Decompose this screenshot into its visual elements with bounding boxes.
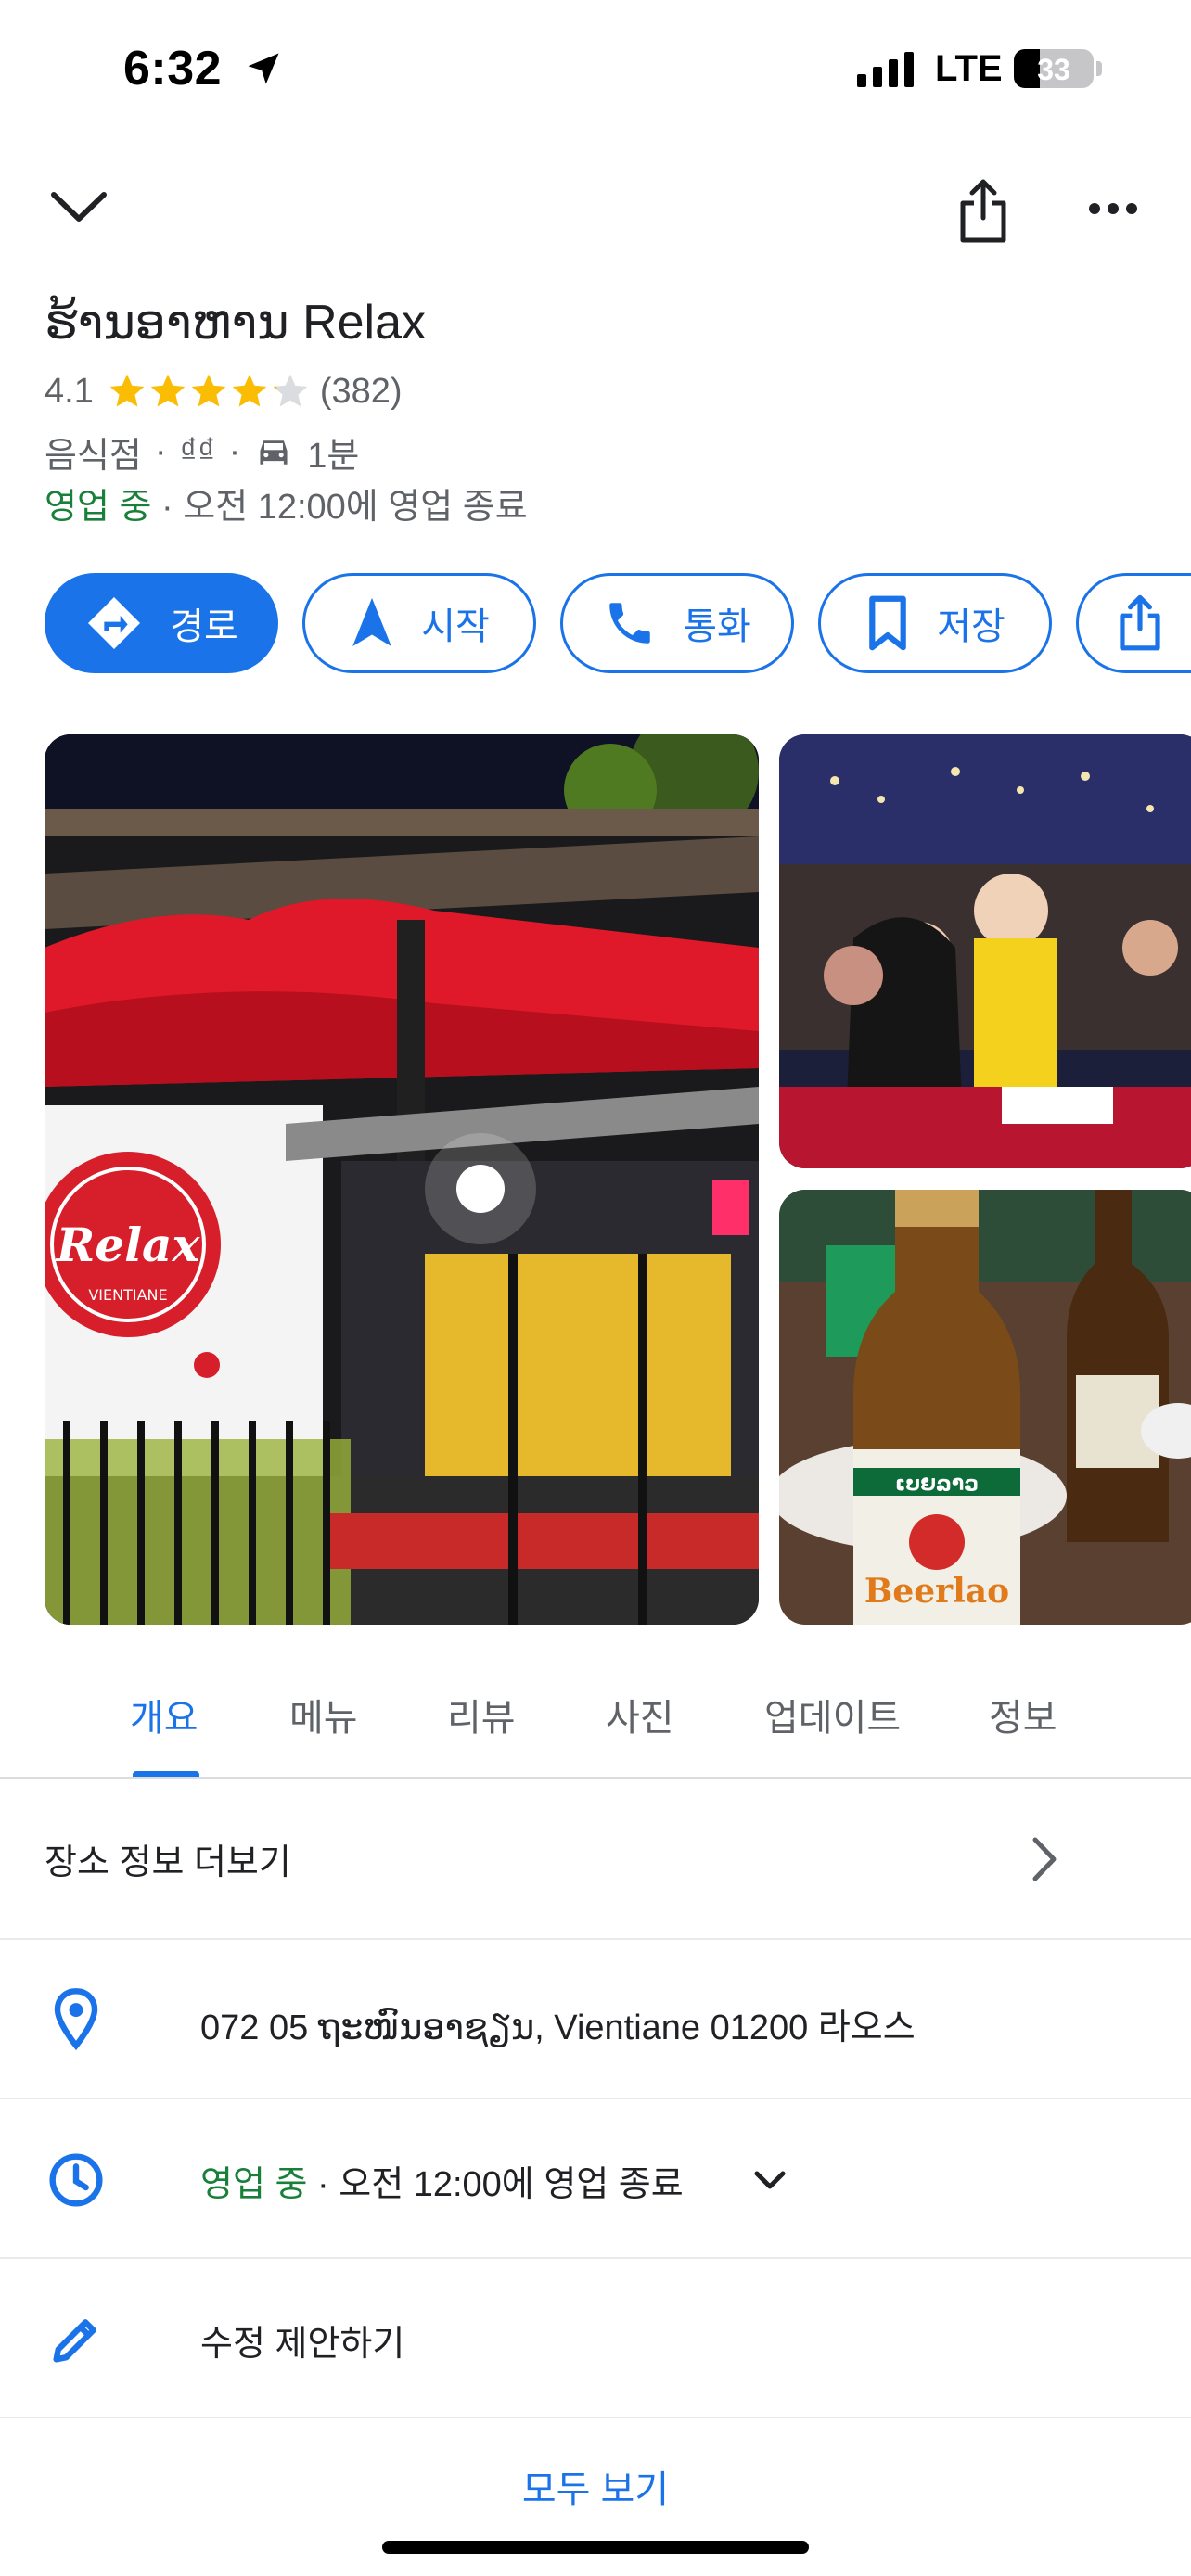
star-filled-icon xyxy=(150,374,186,407)
location-arrow-icon xyxy=(248,53,279,84)
address-row[interactable]: 072 05 ຖະໜົນອາຊຽນ, Vientiane 01200 라오스 xyxy=(0,1940,1191,2098)
cellular-signal-icon xyxy=(857,50,914,87)
navigation-icon xyxy=(352,597,392,646)
start-navigation-button[interactable]: 시작 xyxy=(302,573,536,673)
hours-open-status: 영업 중 xyxy=(200,2165,308,2204)
star-filled-icon xyxy=(191,374,226,407)
beer-label-text: Beerlao xyxy=(864,1572,1009,1611)
tab-bar: 개요 메뉴 리뷰 사진 업데이트 정보 xyxy=(0,1660,1191,1780)
tab-reviews[interactable]: 리뷰 xyxy=(447,1688,516,1741)
battery-percent: 33 xyxy=(1037,53,1070,86)
closing-time: 오전 12:00에 영업 종료 xyxy=(183,488,528,527)
chevron-right-icon xyxy=(1032,1837,1057,1881)
suggest-edit-row[interactable]: 수정 제안하기 xyxy=(0,2259,1191,2417)
star-filled-icon xyxy=(232,374,267,407)
tab-updates[interactable]: 업데이트 xyxy=(764,1688,901,1741)
rating-row[interactable]: 4.1 (382) xyxy=(45,371,403,412)
hours-closing-text: 오전 12:00에 영업 종료 xyxy=(339,2165,684,2204)
directions-button[interactable]: 경로 xyxy=(45,573,278,673)
photo-beer[interactable]: ເບຍລາວ Beerlao xyxy=(779,1190,1191,1625)
photo-crowd[interactable] xyxy=(779,734,1191,1168)
clock-icon xyxy=(49,2153,103,2207)
separator-dot: · xyxy=(228,432,241,471)
tabs-divider xyxy=(0,1777,1191,1779)
location-pin-icon xyxy=(54,1988,98,2051)
tab-info[interactable]: 정보 xyxy=(989,1688,1057,1741)
directions-label: 경로 xyxy=(170,606,238,647)
save-button[interactable]: 저장 xyxy=(818,573,1052,673)
hours-row[interactable]: 영업 중 · 오전 12:00에 영업 종료 xyxy=(0,2099,1191,2257)
network-type: LTE xyxy=(935,48,1003,89)
chevron-down-icon[interactable] xyxy=(751,2168,788,2194)
start-label: 시작 xyxy=(421,606,490,647)
storefront-photo: Relax VIENTIANE xyxy=(45,734,759,1625)
separator-dot: · xyxy=(317,2165,339,2204)
share-button[interactable] xyxy=(946,172,1020,250)
save-label: 저장 xyxy=(937,606,1005,647)
sign-relax-text: Relax xyxy=(55,1218,201,1272)
meta-row: 음식점 · ₫₫ · 1분 xyxy=(45,427,359,478)
tab-overview[interactable]: 개요 xyxy=(130,1688,198,1741)
collapse-button[interactable] xyxy=(37,172,121,241)
place-category: 음식점 xyxy=(45,437,142,476)
place-title: ຮ້ານອາຫານ Relax xyxy=(45,296,427,350)
call-label: 통화 xyxy=(683,606,751,647)
hours-detail: 영업 중 · 오전 12:00에 영업 종료 xyxy=(200,2155,684,2206)
share-chip-button[interactable] xyxy=(1076,573,1191,673)
photo-main-storefront[interactable]: Relax VIENTIANE xyxy=(45,734,759,1625)
call-button[interactable]: 통화 xyxy=(560,573,794,673)
more-options-button[interactable] xyxy=(1076,181,1150,236)
tab-photos[interactable]: 사진 xyxy=(606,1688,674,1741)
home-indicator[interactable] xyxy=(382,2541,809,2554)
crowd-photo xyxy=(779,734,1191,1168)
price-level: ₫₫ xyxy=(179,432,216,471)
open-status: 영업 중 xyxy=(45,488,152,527)
phone-icon xyxy=(609,603,650,644)
pencil-icon xyxy=(53,2319,96,2363)
beer-lao-script: ເບຍລາວ xyxy=(895,1473,979,1496)
address-text: 072 05 ຖະໜົນອາຊຽນ, Vientiane 01200 라오스 xyxy=(200,2009,916,2047)
more-place-info-label: 장소 정보 더보기 xyxy=(45,1843,291,1882)
beer-photo: ເບຍລາວ Beerlao xyxy=(779,1190,1191,1625)
battery-tip xyxy=(1096,61,1102,76)
rating-value: 4.1 xyxy=(45,371,94,411)
status-bar: 6:32 LTE 33 xyxy=(0,0,1191,139)
star-rating xyxy=(107,371,311,412)
sign-vientiane-text: VIENTIANE xyxy=(88,1286,167,1304)
status-time: 6:32 xyxy=(123,42,223,96)
action-chips: 경로 시작 통화 저장 xyxy=(45,573,1191,673)
chevron-down-icon xyxy=(51,191,107,222)
hours-summary: 영업 중 · 오전 12:00에 영업 종료 xyxy=(45,478,528,529)
star-partial-icon xyxy=(273,374,308,407)
battery-icon: 33 xyxy=(1014,49,1094,88)
drive-time: 1분 xyxy=(307,437,360,476)
share-icon xyxy=(1120,594,1160,651)
see-all-link[interactable]: 모두 보기 xyxy=(0,2459,1191,2513)
tab-menu[interactable]: 메뉴 xyxy=(289,1688,358,1741)
star-filled-icon xyxy=(109,374,145,407)
separator-dot: · xyxy=(154,432,167,471)
bookmark-icon xyxy=(869,595,906,651)
suggest-edit-label: 수정 제안하기 xyxy=(200,2325,405,2364)
row-divider xyxy=(0,2417,1191,2418)
review-count: (382) xyxy=(319,371,403,411)
share-icon xyxy=(960,179,1006,242)
directions-icon xyxy=(88,597,141,649)
more-place-info-row[interactable]: 장소 정보 더보기 xyxy=(0,1780,1191,1938)
separator-dot: · xyxy=(161,488,184,527)
car-icon xyxy=(260,440,288,465)
more-horizontal-icon xyxy=(1089,203,1137,214)
